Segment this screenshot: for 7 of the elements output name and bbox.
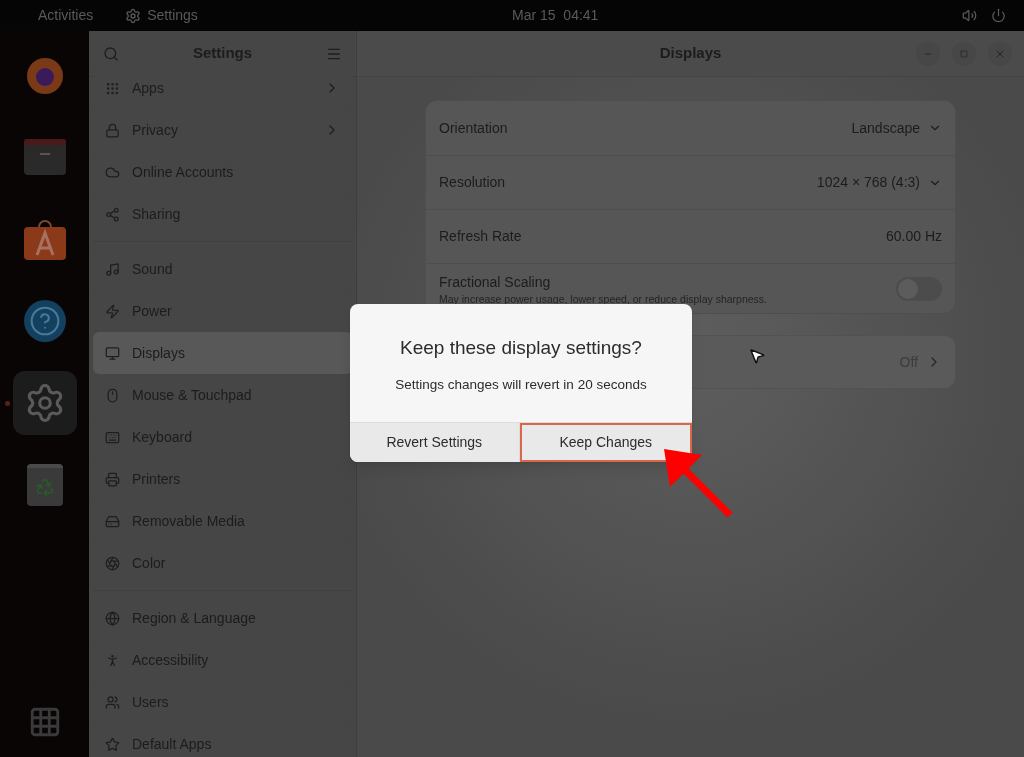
dialog-title: Keep these display settings? — [399, 336, 643, 360]
setting-label: Fractional Scaling — [439, 272, 552, 292]
setting-label: Orientation — [439, 118, 509, 138]
dialog-message: Settings changes will revert in 20 seconds — [394, 375, 648, 394]
setting-value: 60.00 Hz — [885, 227, 942, 246]
setting-label: Resolution — [439, 173, 507, 192]
setting-label: Refresh Rate — [439, 227, 523, 246]
